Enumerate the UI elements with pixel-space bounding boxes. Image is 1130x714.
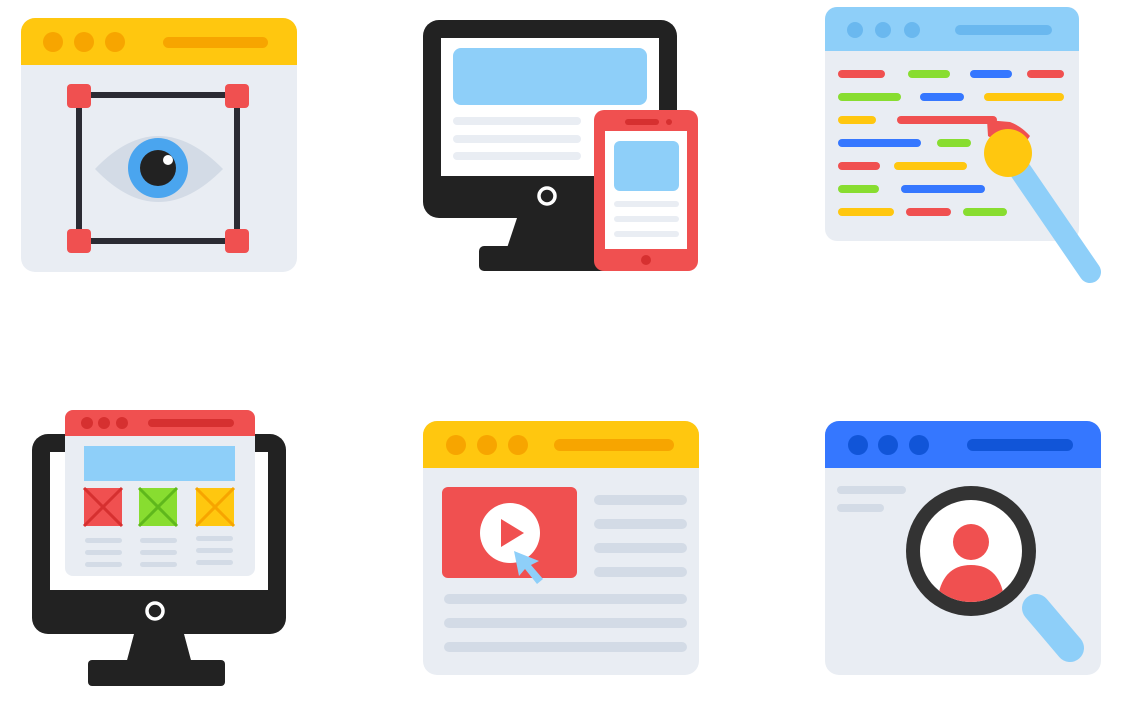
video-content-icon (423, 421, 699, 675)
code-editing-icon (825, 7, 1101, 283)
visual-design-icon (21, 18, 297, 272)
responsive-design-icon (423, 20, 698, 271)
user-search-icon (825, 421, 1101, 675)
wireframe-layout-icon (32, 410, 286, 686)
